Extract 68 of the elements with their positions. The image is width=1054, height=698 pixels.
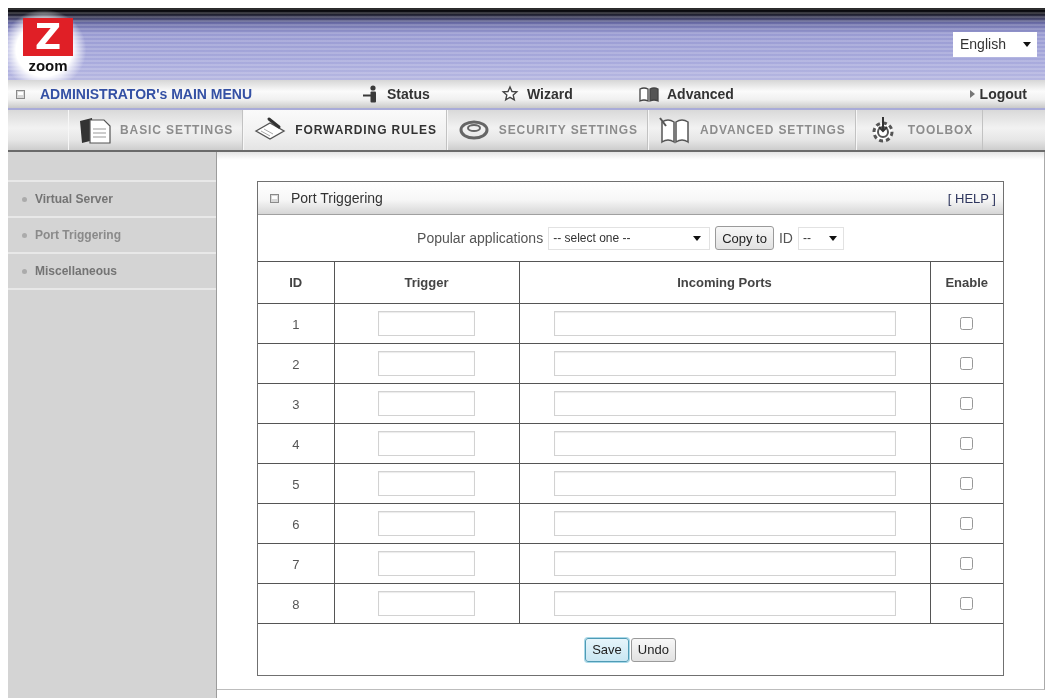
column-header: Trigger bbox=[334, 262, 519, 304]
incoming-ports-field[interactable] bbox=[553, 551, 896, 576]
logout-link[interactable]: Logout bbox=[969, 86, 1027, 102]
column-header: Incoming Ports bbox=[519, 262, 930, 304]
book-icon bbox=[657, 115, 692, 145]
enable-checkbox[interactable] bbox=[960, 437, 974, 450]
menu-link[interactable]: Wizard bbox=[501, 85, 639, 103]
triangle-icon bbox=[969, 90, 975, 98]
menu-title: ADMINISTRATOR's MAIN MENU bbox=[40, 86, 253, 102]
help-link[interactable]: [ HELP ] bbox=[947, 190, 996, 206]
person-icon bbox=[363, 85, 379, 103]
row-id: 4 bbox=[292, 436, 300, 452]
id-label: ID bbox=[778, 230, 793, 246]
panel-title: Port Triggering bbox=[291, 190, 383, 206]
trigger-field[interactable] bbox=[378, 551, 475, 576]
enable-checkbox[interactable] bbox=[960, 517, 974, 530]
trigger-field[interactable] bbox=[378, 351, 475, 376]
trigger-field[interactable] bbox=[378, 391, 475, 416]
language-select[interactable]: English bbox=[953, 31, 1037, 57]
dot-icon bbox=[22, 268, 27, 274]
undo-button[interactable]: Undo bbox=[630, 637, 676, 662]
row-id: 1 bbox=[292, 316, 300, 332]
enable-checkbox[interactable] bbox=[960, 477, 974, 490]
enable-checkbox[interactable] bbox=[960, 397, 974, 410]
enable-checkbox[interactable] bbox=[960, 597, 974, 610]
incoming-ports-field[interactable] bbox=[553, 391, 896, 416]
application-select[interactable]: -- select one -- bbox=[548, 226, 711, 250]
id-select[interactable]: -- bbox=[797, 226, 844, 250]
trigger-field[interactable] bbox=[378, 311, 475, 336]
row-id: 6 bbox=[292, 516, 300, 532]
folder-icon bbox=[78, 115, 112, 145]
row-id: 3 bbox=[292, 396, 300, 412]
enable-checkbox[interactable] bbox=[960, 557, 974, 570]
row-id: 8 bbox=[292, 596, 300, 612]
logo-mark: Z bbox=[23, 18, 73, 56]
caret-icon bbox=[828, 235, 837, 241]
incoming-ports-field[interactable] bbox=[553, 471, 896, 496]
dot-icon bbox=[22, 232, 27, 238]
menu-link[interactable]: Status bbox=[363, 85, 501, 103]
trigger-field[interactable] bbox=[378, 471, 475, 496]
incoming-ports-field[interactable] bbox=[553, 311, 896, 336]
logo-wordmark: zoom bbox=[28, 58, 68, 74]
incoming-ports-field[interactable] bbox=[553, 591, 896, 616]
row-id: 2 bbox=[292, 356, 300, 372]
incoming-ports-field[interactable] bbox=[553, 431, 896, 456]
popular-applications-label: Popular applications bbox=[417, 230, 544, 246]
incoming-ports-field[interactable] bbox=[553, 511, 896, 536]
trigger-field[interactable] bbox=[378, 511, 475, 536]
dot-icon bbox=[22, 196, 27, 202]
incoming-ports-field[interactable] bbox=[553, 351, 896, 376]
tab[interactable]: FORWARDING RULES bbox=[243, 110, 447, 150]
enable-checkbox[interactable] bbox=[960, 317, 974, 330]
column-header: ID bbox=[258, 262, 334, 304]
square-bullet-icon bbox=[270, 193, 279, 203]
column-header: Enable bbox=[930, 262, 1003, 304]
square-bullet-icon bbox=[16, 89, 25, 99]
copy-to-button[interactable]: Copy to bbox=[715, 226, 774, 250]
row-id: 7 bbox=[292, 556, 300, 572]
caret-icon bbox=[693, 235, 702, 241]
menu-link[interactable]: Advanced bbox=[639, 85, 777, 103]
trigger-field[interactable] bbox=[378, 431, 475, 456]
save-button[interactable]: Save bbox=[585, 637, 629, 662]
enable-checkbox[interactable] bbox=[960, 357, 974, 370]
row-id: 5 bbox=[292, 476, 300, 492]
star-icon bbox=[501, 85, 519, 103]
trigger-field[interactable] bbox=[378, 591, 475, 616]
book-icon bbox=[639, 85, 659, 103]
caret-icon bbox=[1023, 41, 1031, 47]
